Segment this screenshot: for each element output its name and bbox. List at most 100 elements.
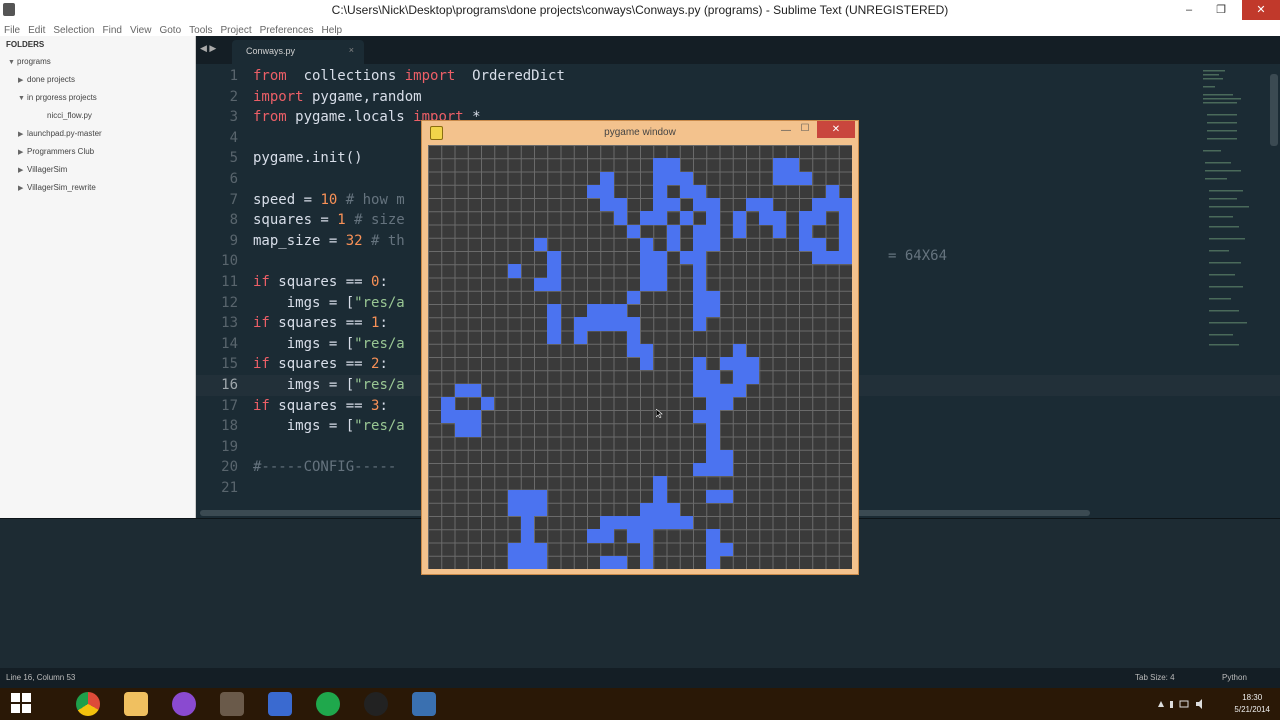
code-token: map_size = (253, 232, 346, 249)
code-token: pygame,random (303, 88, 422, 105)
menu-item-edit[interactable]: Edit (24, 23, 49, 36)
live-cell (706, 224, 720, 238)
live-cell (706, 290, 720, 304)
code-token: imgs = [ (253, 376, 355, 393)
menu-item-file[interactable]: File (0, 23, 24, 36)
live-cell (600, 184, 614, 198)
live-cell (626, 529, 640, 543)
syntax-indicator[interactable]: Python (1222, 673, 1247, 682)
taskbar-app[interactable] (402, 688, 446, 720)
live-cell (640, 264, 654, 278)
live-cell (666, 198, 680, 212)
pygame-maximize-button[interactable]: ☐ (798, 123, 812, 137)
code-line[interactable]: import pygame,random (253, 87, 973, 108)
cursor-position: Line 16, Column 53 (6, 673, 76, 682)
collapsed-arrow-icon[interactable]: ▶ (18, 162, 27, 180)
sidebar-item-villagersim-rewrite[interactable]: ▶ VillagerSim_rewrite (0, 179, 195, 197)
live-cell (799, 237, 813, 251)
tab-conways[interactable]: Conways.py × (232, 40, 364, 64)
live-cell (600, 516, 614, 530)
minimize-button[interactable]: – (1174, 0, 1204, 20)
taskbar-app[interactable] (258, 688, 302, 720)
vertical-scrollbar[interactable] (1270, 74, 1278, 146)
line-number: 1 (229, 68, 238, 84)
code-token: # how m (337, 191, 405, 208)
menu-item-help[interactable]: Help (318, 23, 347, 36)
menu-item-view[interactable]: View (126, 23, 156, 36)
menu-item-find[interactable]: Find (99, 23, 126, 36)
live-cell (838, 224, 852, 238)
live-cell (640, 237, 654, 251)
expanded-arrow-icon[interactable]: ▼ (8, 54, 17, 72)
sidebar-item-label: programs (17, 57, 51, 66)
expanded-arrow-icon[interactable]: ▼ (18, 90, 27, 108)
live-cell (706, 423, 720, 437)
pygame-window[interactable]: pygame window — ☐ ✕ (421, 120, 859, 575)
taskbar-app[interactable] (354, 688, 398, 720)
live-cell (626, 290, 640, 304)
tab-size-indicator[interactable]: Tab Size: 4 (1135, 673, 1175, 682)
taskbar-app[interactable] (306, 688, 350, 720)
taskbar-app[interactable] (210, 688, 254, 720)
maximize-button[interactable]: ❐ (1206, 0, 1236, 20)
menu-item-goto[interactable]: Goto (155, 23, 185, 36)
taskbar-app[interactable] (114, 688, 158, 720)
menu-item-project[interactable]: Project (217, 23, 256, 36)
sidebar-item-done-projects[interactable]: ▶ done projects (0, 71, 195, 89)
live-cell (732, 224, 746, 238)
tab-nav-arrows[interactable]: ◀ ▶ (200, 43, 216, 54)
live-cell (653, 198, 667, 212)
tab-close-icon[interactable]: × (349, 45, 354, 55)
live-cell (693, 304, 707, 318)
live-cell (666, 158, 680, 172)
tray-icons[interactable] (1156, 699, 1210, 709)
pygame-title-bar[interactable]: pygame window — ☐ ✕ (422, 121, 858, 143)
live-cell (613, 516, 627, 530)
menu-item-selection[interactable]: Selection (49, 23, 98, 36)
pygame-close-button[interactable]: ✕ (817, 121, 855, 138)
taskbar-app[interactable] (66, 688, 110, 720)
sidebar-item-villagersim[interactable]: ▶ VillagerSim (0, 161, 195, 179)
pygame-minimize-button[interactable]: — (778, 125, 794, 139)
sidebar-item-in-prgoress-projects[interactable]: ▼ in prgoress projects (0, 89, 195, 107)
live-cell (812, 251, 826, 265)
minimap[interactable] (1201, 66, 1261, 356)
live-cell (785, 171, 799, 185)
game-of-life-grid[interactable] (428, 145, 852, 569)
sidebar-item-programs[interactable]: ▼ programs (0, 53, 195, 71)
mouse-cursor-icon (656, 409, 663, 418)
code-token: "res/a (354, 418, 405, 435)
code-token: from (253, 109, 287, 126)
menu-item-tools[interactable]: Tools (185, 23, 216, 36)
menu-item-preferences[interactable]: Preferences (256, 23, 318, 36)
live-cell (547, 277, 561, 291)
collapsed-arrow-icon[interactable]: ▶ (18, 144, 27, 162)
code-line[interactable]: from collections import OrderedDict (253, 66, 973, 87)
live-cell (812, 211, 826, 225)
clock[interactable]: 18:30 5/21/2014 (1234, 692, 1270, 716)
code-token: 32 (345, 232, 363, 249)
collapsed-arrow-icon[interactable]: ▶ (18, 126, 27, 144)
volume-icon (1196, 699, 1202, 709)
sidebar-item-nicci-flow-py[interactable]: nicci_flow.py (0, 107, 195, 125)
collapsed-arrow-icon[interactable]: ▶ (18, 180, 27, 198)
live-cell (666, 502, 680, 516)
live-cell (693, 277, 707, 291)
orb-app-icon (172, 692, 196, 716)
code-token: if (253, 397, 270, 414)
collapsed-arrow-icon[interactable]: ▶ (18, 72, 27, 90)
taskbar-app[interactable] (0, 688, 44, 720)
close-button[interactable]: ✕ (1242, 0, 1280, 20)
sublime-text-icon (220, 692, 244, 716)
live-cell (759, 211, 773, 225)
live-cell (666, 516, 680, 530)
line-number: 19 (221, 438, 238, 455)
comment-tail: = 64X64 (888, 248, 948, 264)
sidebar-item-launchpad-py-master[interactable]: ▶ launchpad.py-master (0, 125, 195, 143)
taskbar-app[interactable] (162, 688, 206, 720)
live-cell (799, 224, 813, 238)
sidebar-item-programmers-club[interactable]: ▶ Programmers Club (0, 143, 195, 161)
code-token: if (253, 356, 270, 373)
live-cell (507, 555, 521, 569)
live-cell (587, 184, 601, 198)
